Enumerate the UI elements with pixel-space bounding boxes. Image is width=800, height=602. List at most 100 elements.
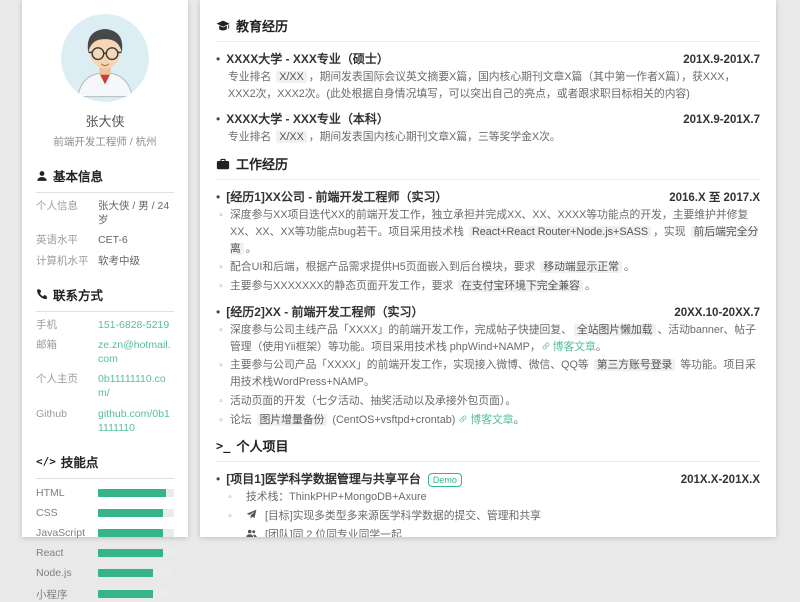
text-segment: ，期间发表国内核心期刊文章X篇，三等奖学金X次。 <box>309 131 561 143</box>
work-section-header: 工作经历 <box>216 154 760 173</box>
project-detail-row: 技术栈：ThinkPHP+MongoDB+Axure <box>216 489 760 506</box>
text-segment: 。 <box>246 243 257 255</box>
skill-row: 小程序 <box>36 587 174 602</box>
skill-bar-fill <box>98 489 166 497</box>
skills-list: HTML CSS JavaScript React <box>36 487 174 602</box>
contact-value[interactable]: 151-6828-5219 <box>98 318 169 332</box>
contact-value[interactable]: 0b11111110.com/ <box>98 372 174 400</box>
text-segment: [目标]实现多类型多来源医学科学数据的提交、管理和共享 <box>265 510 541 522</box>
contact-row: 邮箱 ze.zn@hotmail.com <box>36 338 174 366</box>
contact-label: Github <box>36 407 98 435</box>
contact-value[interactable]: ze.zn@hotmail.com <box>98 338 174 366</box>
basic-info-list: 个人信息 张大侠 / 男 / 24岁 英语水平 CET-6 计算机水平 软考中级 <box>36 199 174 268</box>
person-name: 张大侠 <box>36 111 174 130</box>
education-item-header: • XXXX大学 - XXX专业（本科） 201X.9-201X.7 <box>216 110 760 127</box>
basic-info-header: 基本信息 <box>36 166 174 185</box>
skill-bar-fill <box>98 590 153 598</box>
bullet-icon: • <box>216 112 220 126</box>
skill-bar-fill <box>98 529 163 537</box>
skills-header: </> 技能点 <box>36 452 174 471</box>
highlight-tag: 移动端显示正常 <box>540 261 622 273</box>
education-item-title: XXXX大学 - XXX专业（硕士） <box>226 50 389 67</box>
text-segment: 活动页面的开发（七夕活动、抽奖活动以及承接外包页面）。 <box>230 395 516 407</box>
skill-row: HTML <box>36 487 174 499</box>
bullet-icon: • <box>216 190 220 204</box>
highlight-tag: 第三方账号登录 <box>594 359 676 371</box>
work-bullet: 活动页面的开发（七夕活动、抽奖活动以及承接外包页面）。 <box>216 393 760 410</box>
skill-bar-track <box>98 529 174 537</box>
text-segment: 。 <box>596 341 607 353</box>
bullet-icon: • <box>216 472 220 486</box>
skills-title: 技能点 <box>61 452 99 471</box>
work-list: • [经历1]XX公司 - 前端开发工程师（实习） 2016.X 至 2017.… <box>216 188 760 428</box>
education-section-header: 教育经历 <box>216 16 760 35</box>
skill-label: React <box>36 547 98 559</box>
work-item-header: • [经历2]XX - 前端开发工程师（实习） 20XX.10-20XX.7 <box>216 303 760 320</box>
skill-label: Node.js <box>36 567 98 579</box>
text-segment: 。 <box>585 280 596 292</box>
skill-bar-track <box>98 509 174 517</box>
education-item-date: 201X.9-201X.7 <box>683 54 760 66</box>
education-title: 教育经历 <box>236 16 288 35</box>
work-bullet: 主要参与XXXXXXX的静态页面开发工作，要求 在支付宝环境下完全兼容。 <box>216 278 760 295</box>
basic-info-title: 基本信息 <box>53 166 103 185</box>
info-row: 计算机水平 软考中级 <box>36 254 174 268</box>
info-value: 张大侠 / 男 / 24岁 <box>98 199 174 227</box>
project-item-header: • [项目1]医学科学数据管理与共享平台 Demo 201X.X-201X.X <box>216 470 760 487</box>
info-label: 英语水平 <box>36 233 98 247</box>
work-item: • [经历1]XX公司 - 前端开发工程师（实习） 2016.X 至 2017.… <box>216 188 760 295</box>
work-item-date: 2016.X 至 2017.X <box>669 189 760 205</box>
person-subtitle: 前端开发工程师 / 杭州 <box>36 134 174 149</box>
text-segment: 专业排名 <box>228 131 274 143</box>
text-segment: ，实现 <box>653 226 688 238</box>
resume-main: 教育经历 • XXXX大学 - XXX专业（硕士） 201X.9-201X.7 … <box>200 0 776 537</box>
skill-label: 小程序 <box>36 587 98 602</box>
blog-link[interactable]: 博客文章 <box>458 414 513 426</box>
project-item-date: 201X.X-201X.X <box>681 474 760 486</box>
skill-row: CSS <box>36 507 174 519</box>
work-item-bullets: 深度参与XX项目迭代XX的前端开发工作，独立承担并完成XX、XX、XXXX等功能… <box>216 207 760 295</box>
project-item-title: [项目1]医学科学数据管理与共享平台 <box>226 470 421 487</box>
work-item-header: • [经历1]XX公司 - 前端开发工程师（实习） 2016.X 至 2017.… <box>216 188 760 205</box>
text-segment: (CentOS+vsftpd+crontab) <box>329 414 458 426</box>
project-detail-rows: 技术栈：ThinkPHP+MongoDB+Axure <box>216 489 760 537</box>
project-detail-row: [目标]实现多类型多来源医学科学数据的提交、管理和共享 <box>216 508 760 525</box>
work-item-bullets: 深度参与公司主线产品「XXXX」的前端开发工作，完成帖子快捷回复、全站图片懒加载… <box>216 322 760 428</box>
info-value: CET-6 <box>98 233 128 247</box>
skill-label: JavaScript <box>36 527 98 539</box>
contact-value[interactable]: github.com/0b11111110 <box>98 407 174 435</box>
education-item-date: 201X.9-201X.7 <box>683 114 760 126</box>
demo-badge[interactable]: Demo <box>428 473 462 487</box>
skill-bar-track <box>98 569 174 577</box>
divider <box>216 179 760 180</box>
work-item-date: 20XX.10-20XX.7 <box>674 307 760 319</box>
blog-link[interactable]: 博客文章 <box>541 341 596 353</box>
text-segment: 技术栈：ThinkPHP+MongoDB+Axure <box>246 491 427 503</box>
text-segment: 。 <box>514 414 525 426</box>
education-item: • XXXX大学 - XXX专业（本科） 201X.9-201X.7 专业排名 … <box>216 110 760 146</box>
work-bullet: 配合UI和后端，根据产品需求提供H5页面嵌入到后台模块，要求 移动端显示正常。 <box>216 259 760 276</box>
terminal-icon: >_ <box>216 439 230 453</box>
contact-row: Github github.com/0b11111110 <box>36 407 174 435</box>
projects-list: • [项目1]医学科学数据管理与共享平台 Demo 201X.X-201X.X <box>216 470 760 537</box>
highlight-tag: 全站图片懒加载 <box>574 324 656 336</box>
text-segment: [团队]同 2 位同专业同学一起 <box>265 529 402 537</box>
user-icon <box>36 170 48 182</box>
cartoon-portrait-icon <box>61 14 149 102</box>
graduation-cap-icon <box>216 19 230 33</box>
skill-row: React <box>36 547 174 559</box>
education-item-title: XXXX大学 - XXX专业（本科） <box>226 110 389 127</box>
skill-bar-fill <box>98 569 153 577</box>
contact-list: 手机 151-6828-5219 邮箱 ze.zn@hotmail.com 个人… <box>36 318 174 435</box>
info-row: 个人信息 张大侠 / 男 / 24岁 <box>36 199 174 227</box>
contact-row: 手机 151-6828-5219 <box>36 318 174 332</box>
paper-plane-icon <box>246 509 257 520</box>
contact-header: 联系方式 <box>36 285 174 304</box>
highlight-tag: 在支付宝环境下完全兼容 <box>458 280 583 292</box>
project-item: • [项目1]医学科学数据管理与共享平台 Demo 201X.X-201X.X <box>216 470 760 537</box>
education-item-header: • XXXX大学 - XXX专业（硕士） 201X.9-201X.7 <box>216 50 760 67</box>
skill-row: Node.js <box>36 567 174 579</box>
divider <box>36 311 174 312</box>
info-value: 软考中级 <box>98 254 140 268</box>
bullet-icon: • <box>216 52 220 66</box>
